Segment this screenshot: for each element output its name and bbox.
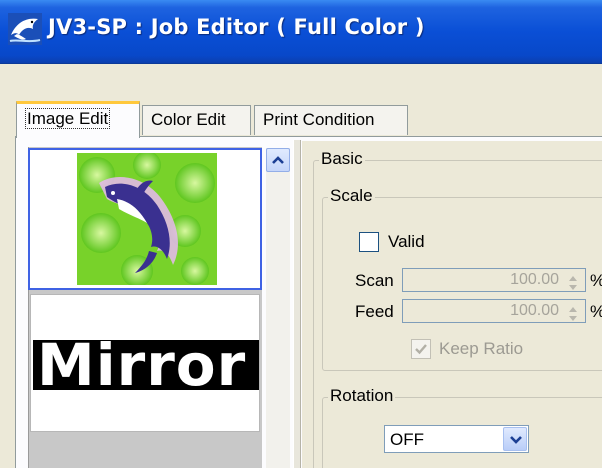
rotation-select[interactable]: OFF bbox=[384, 425, 529, 453]
feed-stepper-buttons[interactable] bbox=[562, 301, 584, 321]
scroll-up-button[interactable] bbox=[266, 148, 290, 172]
tab-color-edit[interactable]: Color Edit bbox=[142, 105, 251, 135]
thumbnail-mirror[interactable]: Mirror bbox=[30, 294, 260, 432]
feed-decrement-button[interactable] bbox=[562, 311, 584, 321]
keep-ratio-label: Keep Ratio bbox=[439, 339, 524, 358]
feed-value: 100.00 bbox=[510, 302, 559, 319]
scan-unit: % bbox=[590, 271, 602, 291]
tab-strip: Image Edit Color Edit Print Condition bbox=[0, 101, 602, 138]
tab-print-condition[interactable]: Print Condition bbox=[254, 105, 408, 135]
chevron-down-icon bbox=[510, 436, 522, 444]
valid-checkbox[interactable] bbox=[359, 232, 379, 252]
feed-unit: % bbox=[590, 302, 602, 322]
window-title: JV3-SP : Job Editor ( Full Color ) bbox=[48, 15, 425, 39]
title-bar[interactable]: JV3-SP : Job Editor ( Full Color ) bbox=[0, 0, 602, 64]
scan-increment-button[interactable] bbox=[562, 270, 584, 281]
scan-value: 100.00 bbox=[510, 271, 559, 288]
tab-color-edit-label: Color Edit bbox=[151, 110, 226, 129]
scan-decrement-button[interactable] bbox=[562, 280, 584, 290]
rotation-legend: Rotation bbox=[328, 386, 396, 406]
valid-label: Valid bbox=[388, 232, 425, 251]
tab-image-edit[interactable]: Image Edit bbox=[16, 101, 140, 138]
checkmark-icon bbox=[415, 344, 427, 355]
feed-label: Feed bbox=[355, 302, 394, 321]
triangle-down-icon bbox=[569, 316, 577, 321]
splitter[interactable] bbox=[293, 140, 301, 468]
thumbnail-scrollbar[interactable] bbox=[266, 148, 290, 468]
mirror-image: Mirror bbox=[33, 340, 259, 390]
dolphin-app-icon bbox=[8, 13, 42, 45]
tab-image-edit-label: Image Edit bbox=[25, 108, 111, 129]
tab-print-condition-label: Print Condition bbox=[263, 110, 375, 129]
triangle-down-icon bbox=[569, 285, 577, 290]
scan-stepper-buttons[interactable] bbox=[562, 270, 584, 290]
rotation-selected-value: OFF bbox=[390, 430, 424, 449]
keep-ratio-checkbox[interactable] bbox=[411, 339, 431, 359]
feed-increment-button[interactable] bbox=[562, 301, 584, 312]
mirror-image-text: Mirror bbox=[37, 340, 247, 390]
scan-stepper[interactable]: 100.00 bbox=[402, 268, 586, 292]
basic-legend: Basic bbox=[319, 149, 365, 169]
thumbnail-dolphin[interactable] bbox=[28, 148, 262, 290]
dolphin-image bbox=[77, 153, 217, 285]
feed-stepper[interactable]: 100.00 bbox=[402, 299, 586, 323]
scan-label: Scan bbox=[355, 271, 394, 290]
rotation-dropdown-button[interactable] bbox=[503, 427, 527, 451]
scale-legend: Scale bbox=[328, 186, 375, 206]
chevron-up-icon bbox=[272, 156, 284, 164]
